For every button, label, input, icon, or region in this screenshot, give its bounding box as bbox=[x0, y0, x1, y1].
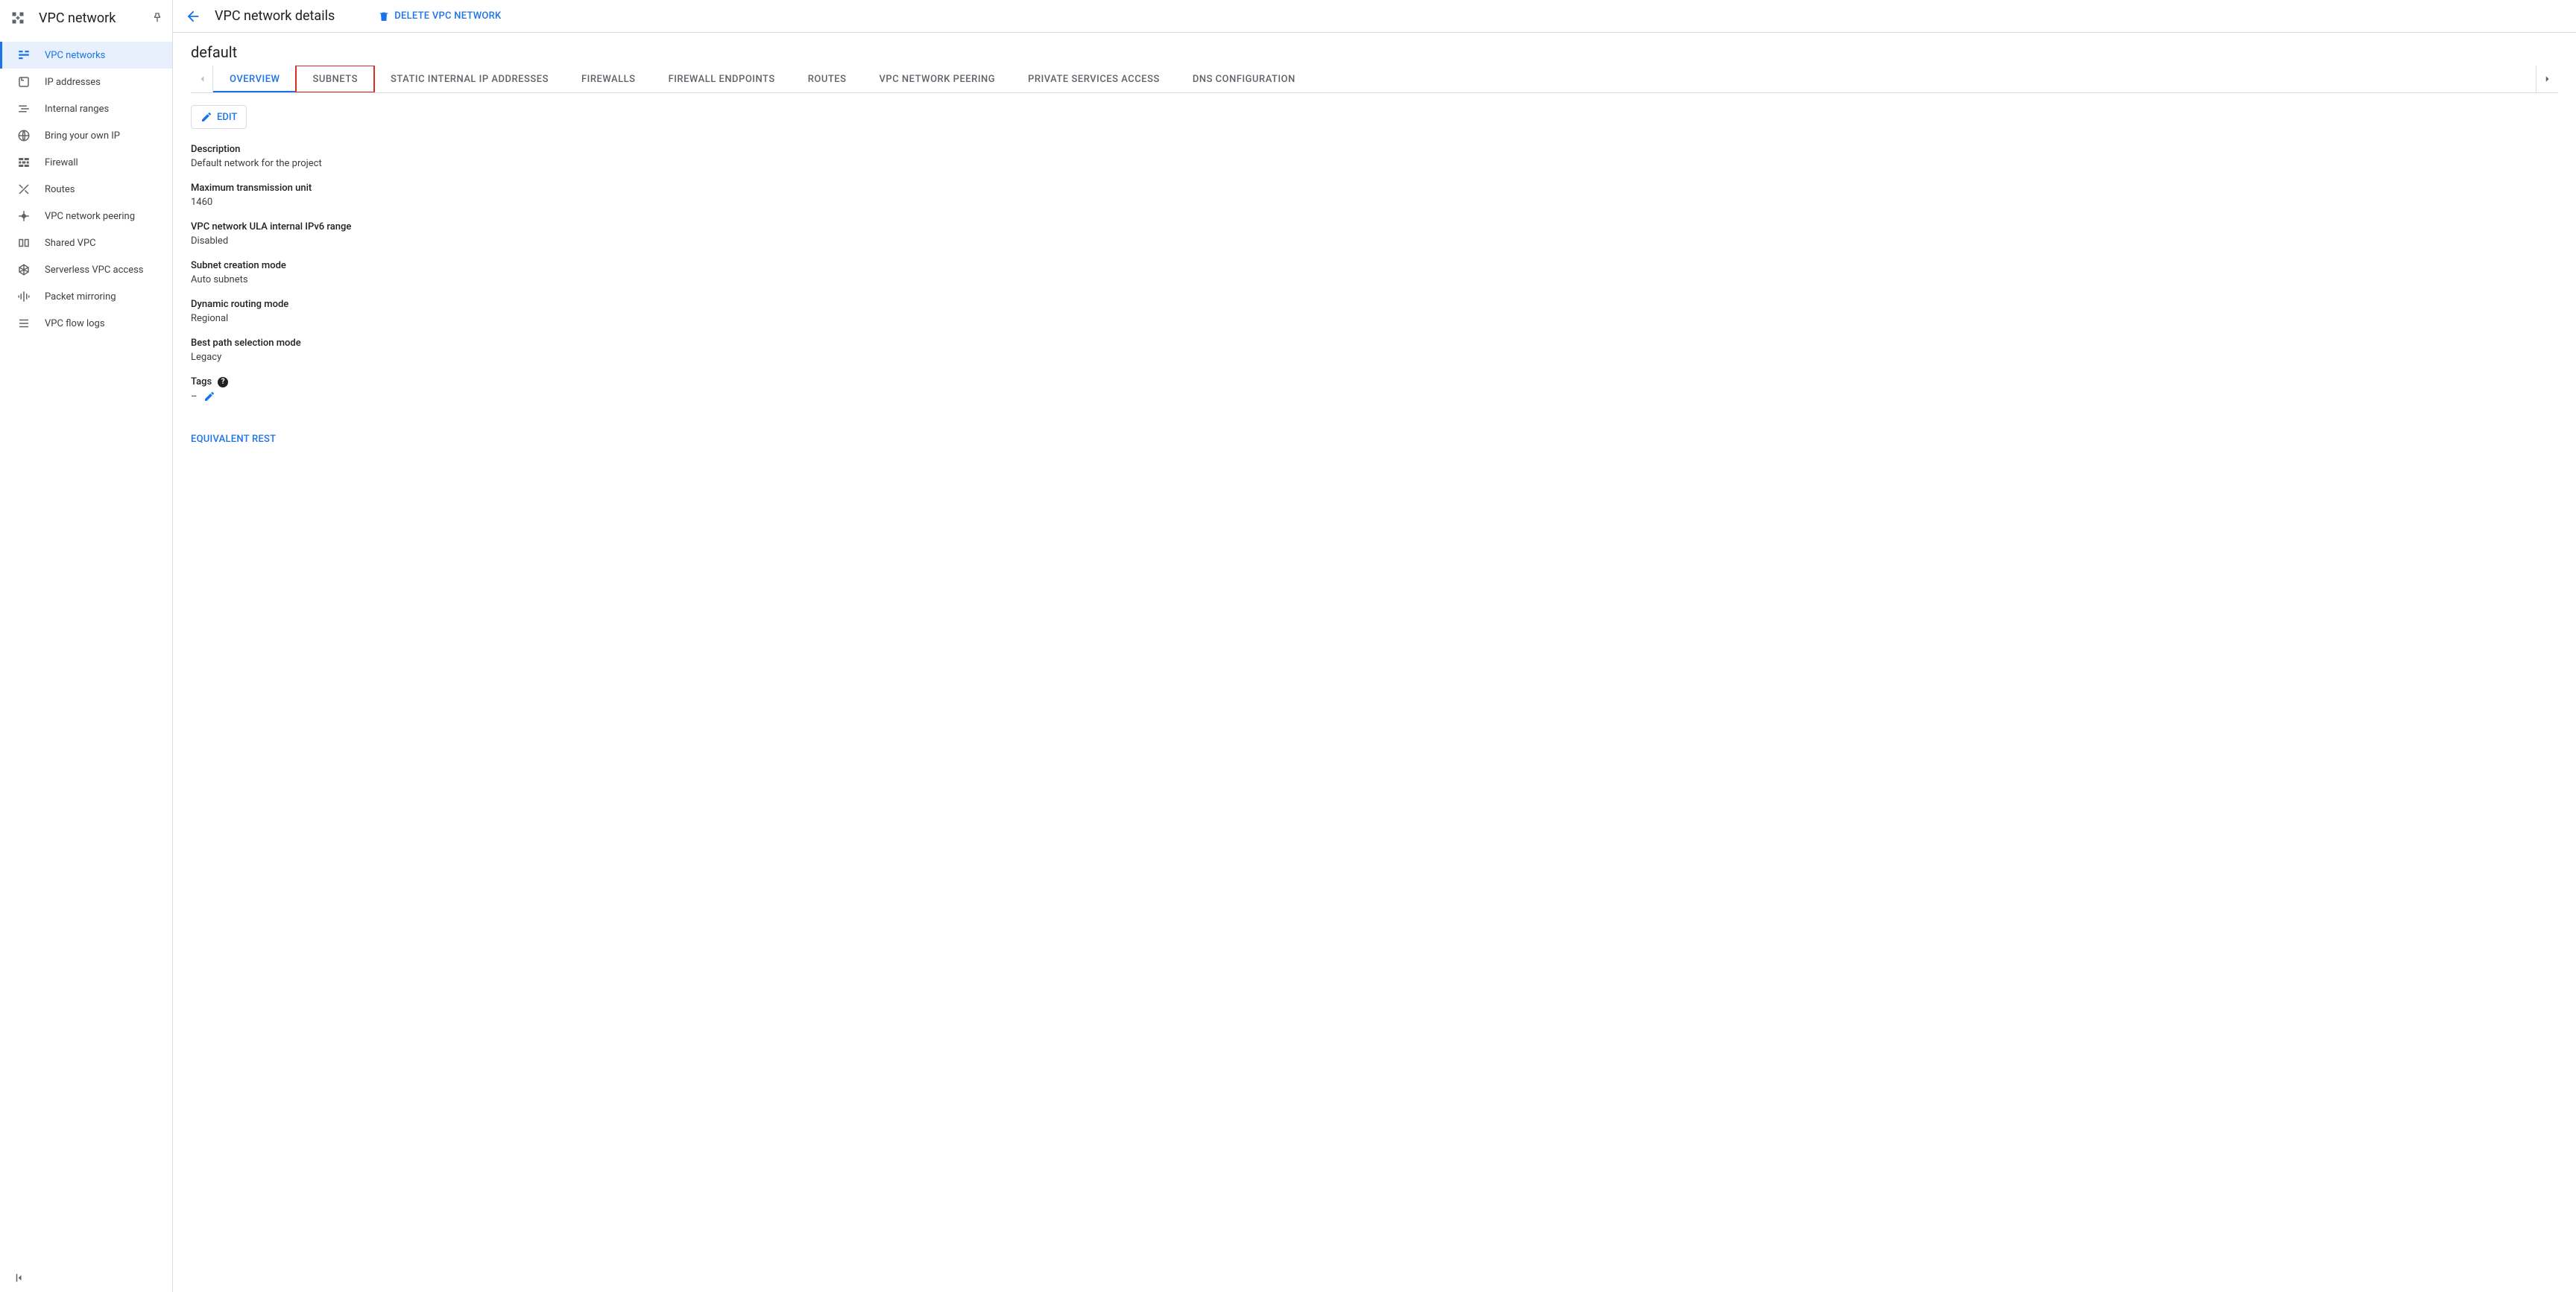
sidebar-item-ip-addresses[interactable]: IP addresses bbox=[0, 69, 172, 95]
best-path-label: Best path selection mode bbox=[191, 338, 2558, 349]
pin-icon[interactable] bbox=[151, 12, 163, 24]
sidebar-item-shared-vpc[interactable]: Shared VPC bbox=[0, 229, 172, 256]
description-label: Description bbox=[191, 144, 2558, 155]
subnet-mode-label: Subnet creation mode bbox=[191, 260, 2558, 271]
sidebar-item-vpc-flow-logs[interactable]: VPC flow logs bbox=[0, 310, 172, 337]
routing-mode-label: Dynamic routing mode bbox=[191, 299, 2558, 310]
tabs: OVERVIEW SUBNETS STATIC INTERNAL IP ADDRES… bbox=[191, 66, 2558, 93]
tab-label: ROUTES bbox=[808, 74, 847, 85]
tab-overview[interactable]: OVERVIEW bbox=[213, 66, 296, 92]
sidebar-item-label: Bring your own IP bbox=[45, 130, 120, 142]
tab-label: OVERVIEW bbox=[230, 74, 280, 85]
edit-button[interactable]: EDIT bbox=[191, 105, 247, 129]
tab-label: FIREWALL ENDPOINTS bbox=[669, 74, 775, 85]
byoip-icon bbox=[16, 128, 31, 143]
description-value: Default network for the project bbox=[191, 158, 2558, 169]
sidebar-title: VPC network bbox=[39, 10, 151, 26]
sidebar-item-label: Serverless VPC access bbox=[45, 265, 144, 276]
collapse-sidebar-icon[interactable] bbox=[13, 1271, 27, 1285]
delete-vpc-button[interactable]: DELETE VPC NETWORK bbox=[378, 10, 501, 22]
delete-vpc-label: DELETE VPC NETWORK bbox=[394, 10, 501, 22]
tab-static-internal-ip-addresses[interactable]: STATIC INTERNAL IP ADDRESSES bbox=[374, 66, 565, 92]
pencil-icon bbox=[201, 111, 212, 123]
sidebar-item-label: VPC flow logs bbox=[45, 318, 105, 329]
tab-private-services-access[interactable]: PRIVATE SERVICES ACCESS bbox=[1011, 66, 1176, 92]
equivalent-rest-link[interactable]: EQUIVALENT REST bbox=[191, 434, 276, 445]
topbar: VPC network details DELETE VPC NETWORK bbox=[173, 0, 2576, 33]
sidebar-item-firewall[interactable]: Firewall bbox=[0, 149, 172, 176]
mirroring-icon bbox=[16, 289, 31, 304]
firewall-icon bbox=[16, 155, 31, 170]
tab-firewalls[interactable]: FIREWALLS bbox=[565, 66, 652, 92]
sidebar-item-label: VPC network peering bbox=[45, 211, 135, 222]
tags-label: Tags bbox=[191, 376, 212, 387]
tab-label: STATIC INTERNAL IP ADDRESSES bbox=[391, 74, 549, 85]
page-title: VPC network details bbox=[215, 8, 335, 24]
sidebar-item-label: VPC networks bbox=[45, 50, 105, 61]
peering-icon bbox=[16, 209, 31, 224]
edit-tags-button[interactable] bbox=[203, 390, 215, 402]
sidebar-item-label: Shared VPC bbox=[45, 238, 96, 249]
sidebar-item-label: Routes bbox=[45, 184, 75, 195]
shared-vpc-icon bbox=[16, 235, 31, 250]
sidebar-item-vpc-network-peering[interactable]: VPC network peering bbox=[0, 203, 172, 229]
tab-routes[interactable]: ROUTES bbox=[792, 66, 863, 92]
ula-value: Disabled bbox=[191, 235, 2558, 247]
sidebar-item-routes[interactable]: Routes bbox=[0, 176, 172, 203]
mtu-label: Maximum transmission unit bbox=[191, 183, 2558, 194]
help-icon[interactable]: ? bbox=[218, 377, 228, 387]
sidebar-item-bring-your-own-ip[interactable]: Bring your own IP bbox=[0, 122, 172, 149]
tab-label: DNS CONFIGURATION bbox=[1193, 74, 1295, 85]
vpc-networks-icon bbox=[16, 48, 31, 63]
tab-dns-configuration[interactable]: DNS CONFIGURATION bbox=[1176, 66, 1312, 92]
sidebar-item-packet-mirroring[interactable]: Packet mirroring bbox=[0, 283, 172, 310]
network-name: default bbox=[191, 43, 2558, 61]
sidebar-item-serverless-vpc-access[interactable]: Serverless VPC access bbox=[0, 256, 172, 283]
sidebar-item-internal-ranges[interactable]: Internal ranges bbox=[0, 95, 172, 122]
edit-label: EDIT bbox=[217, 112, 237, 123]
ip-addresses-icon bbox=[16, 75, 31, 89]
tab-label: FIREWALLS bbox=[581, 74, 636, 85]
tab-label: PRIVATE SERVICES ACCESS bbox=[1028, 74, 1160, 85]
tab-label: VPC NETWORK PEERING bbox=[880, 74, 996, 85]
main: VPC network details DELETE VPC NETWORK d… bbox=[173, 0, 2576, 1292]
sidebar-item-label: Internal ranges bbox=[45, 104, 109, 115]
tab-label: SUBNETS bbox=[312, 74, 357, 85]
sidebar-item-vpc-networks[interactable]: VPC networks bbox=[0, 42, 172, 69]
tabs-scroll-right[interactable] bbox=[2536, 66, 2558, 92]
flow-logs-icon bbox=[16, 316, 31, 331]
sidebar-item-label: Packet mirroring bbox=[45, 291, 116, 303]
sidebar-item-label: Firewall bbox=[45, 157, 78, 168]
serverless-icon bbox=[16, 262, 31, 277]
tags-value: – bbox=[191, 391, 198, 402]
tab-firewall-endpoints[interactable]: FIREWALL ENDPOINTS bbox=[652, 66, 792, 92]
sidebar: VPC network VPC networks IP addresses Inte… bbox=[0, 0, 173, 1292]
routing-mode-value: Regional bbox=[191, 313, 2558, 324]
vpc-network-logo-icon bbox=[9, 9, 27, 27]
sidebar-header: VPC network bbox=[0, 0, 172, 36]
tab-subnets[interactable]: SUBNETS bbox=[296, 66, 373, 92]
routes-icon bbox=[16, 182, 31, 197]
internal-ranges-icon bbox=[16, 101, 31, 116]
sidebar-item-label: IP addresses bbox=[45, 77, 101, 88]
tabs-scroll-left[interactable] bbox=[191, 66, 213, 92]
best-path-value: Legacy bbox=[191, 352, 2558, 363]
tab-vpc-network-peering[interactable]: VPC NETWORK PEERING bbox=[863, 66, 1012, 92]
mtu-value: 1460 bbox=[191, 197, 2558, 208]
back-button[interactable] bbox=[185, 8, 201, 25]
ula-label: VPC network ULA internal IPv6 range bbox=[191, 221, 2558, 232]
trash-icon bbox=[378, 10, 390, 22]
subnet-mode-value: Auto subnets bbox=[191, 274, 2558, 285]
